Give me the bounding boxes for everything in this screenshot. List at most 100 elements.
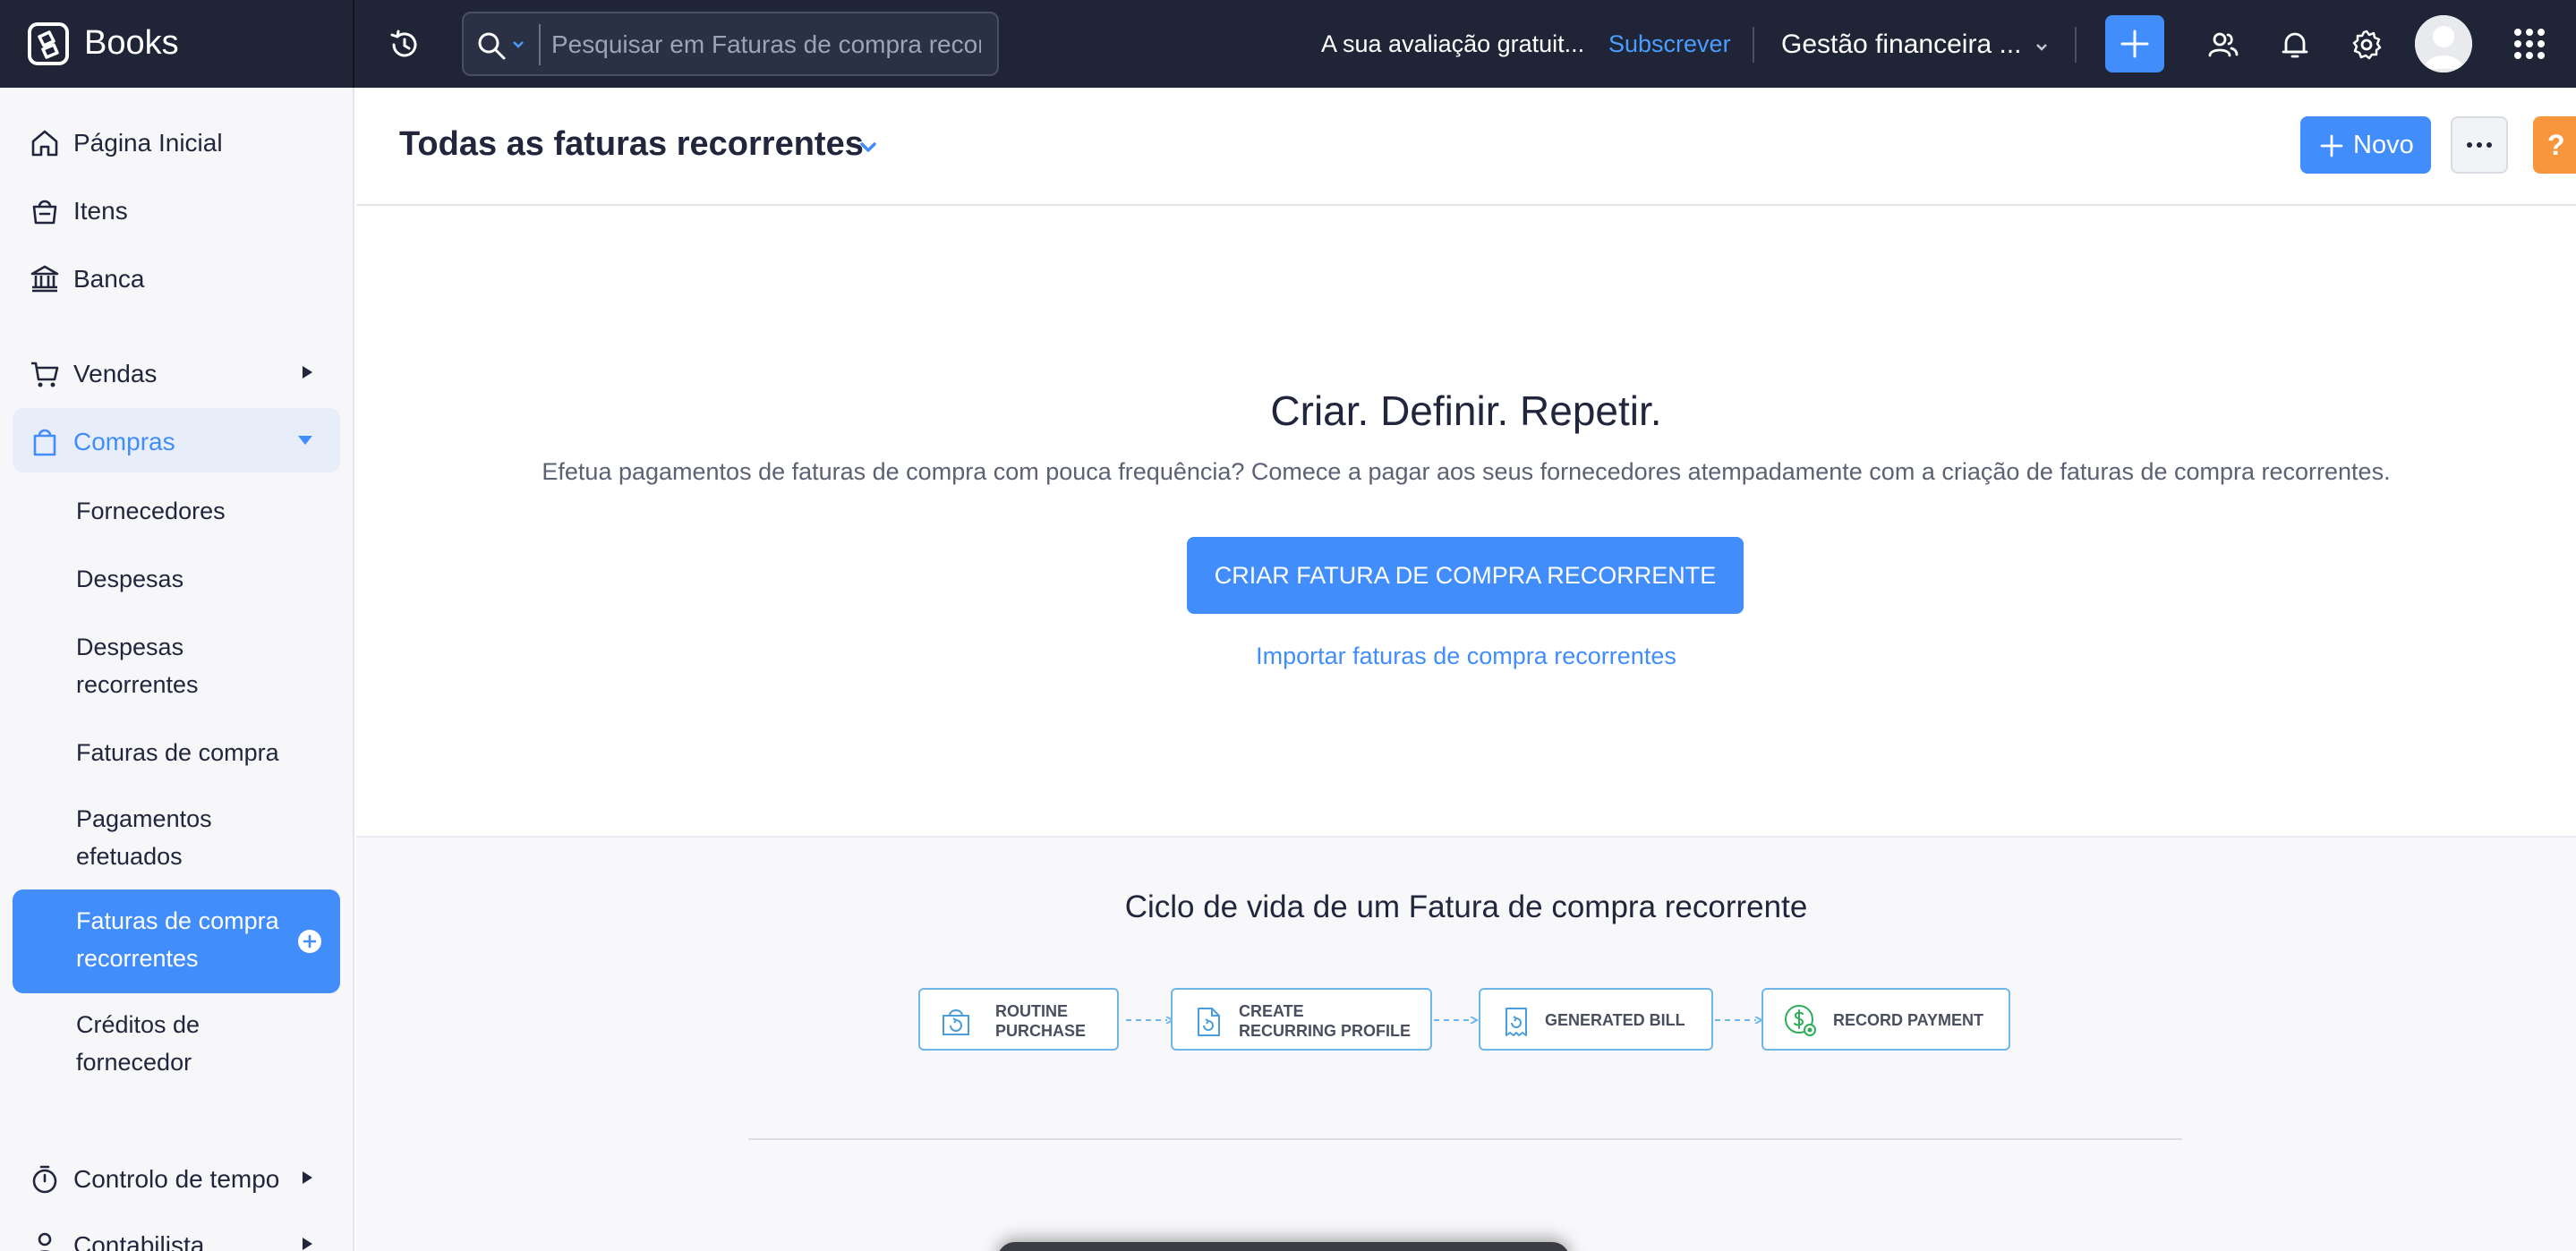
- sidebar-subitem-vendor-credits[interactable]: Créditos de fornecedor: [13, 993, 340, 1097]
- sidebar-item-items[interactable]: Itens: [13, 177, 340, 242]
- new-button-label: Novo: [2353, 131, 2414, 159]
- dashed-arrow-icon: [1126, 1017, 1174, 1024]
- plus-icon: [2120, 30, 2149, 58]
- user-avatar-icon: [2415, 15, 2472, 72]
- sidebar-item-label: Página Inicial: [73, 129, 223, 157]
- add-circle-icon[interactable]: [297, 929, 322, 954]
- plus-icon: [2320, 134, 2343, 157]
- home-icon: [31, 130, 58, 157]
- sidebar-subitem-label: Despesas: [76, 566, 184, 592]
- sidebar-subitem-label: Fornecedores: [76, 498, 226, 524]
- sidebar-subitem-payments-made[interactable]: Pagamentos efetuados: [13, 787, 340, 891]
- sidebar-item-label: Vendas: [73, 360, 158, 387]
- lifecycle-title: Ciclo de vida de um Fatura de compra rec…: [1124, 889, 1808, 924]
- empty-state-title: Criar. Definir. Repetir.: [1270, 387, 1662, 434]
- bottom-overlay-bar: [997, 1242, 1570, 1251]
- sidebar-subitem-label: Créditos de fornecedor: [76, 1011, 200, 1076]
- dashed-arrow-icon: [1715, 1017, 1763, 1024]
- stopwatch-icon: [32, 1165, 57, 1194]
- create-recurring-bill-button[interactable]: CRIAR FATURA DE COMPRA RECORRENTE: [1187, 537, 1744, 614]
- caret-down-icon[interactable]: [297, 435, 313, 446]
- sidebar-subitem-recurring-bills[interactable]: Faturas de compra recorrentes: [13, 889, 340, 993]
- sidebar-item-time-tracking[interactable]: Controlo de tempo: [13, 1145, 340, 1210]
- lifecycle-step-create-recurring-profile: CREATE RECURRING PROFILE: [1171, 988, 1432, 1051]
- lifecycle-section: Ciclo de vida de um Fatura de compra rec…: [356, 836, 2576, 1251]
- topbar-divider: [1753, 27, 1754, 63]
- more-options-button[interactable]: [2451, 116, 2508, 174]
- sidebar: Página Inicial Itens Banca Vendas Compra…: [0, 88, 354, 1251]
- topbar-divider: [2075, 27, 2077, 63]
- lifecycle-step-label: ROUTINE PURCHASE: [995, 1002, 1087, 1040]
- avatar[interactable]: [2415, 15, 2472, 72]
- more-icon: [2467, 142, 2492, 148]
- brand[interactable]: Books: [0, 0, 354, 88]
- search-box[interactable]: [462, 12, 999, 76]
- books-logo-icon: [28, 22, 69, 65]
- bank-icon: [30, 265, 59, 293]
- cart-icon: [31, 362, 59, 387]
- caret-right-icon[interactable]: [301, 1170, 313, 1185]
- new-button[interactable]: Novo: [2300, 116, 2431, 174]
- lifecycle-step-record-payment: RECORD PAYMENT: [1761, 988, 2010, 1051]
- sidebar-subitem-label: Faturas de compra recorrentes: [76, 907, 279, 972]
- import-recurring-bills-link: Importar faturas de compra recorrentes: [356, 643, 2576, 670]
- history-icon[interactable]: [387, 27, 422, 63]
- app-name: Books: [84, 24, 179, 62]
- subscribe-link[interactable]: Subscrever: [1608, 30, 1731, 58]
- search-divider: [539, 24, 541, 65]
- import-link-text[interactable]: Importar faturas de compra recorrentes: [1256, 643, 1676, 669]
- sidebar-subitem-label: Faturas de compra: [76, 739, 279, 766]
- sidebar-item-purchases[interactable]: Compras: [13, 408, 340, 472]
- view-title[interactable]: Todas as faturas recorrentes: [399, 125, 864, 164]
- caret-right-icon[interactable]: [301, 1237, 313, 1251]
- lifecycle-step-routine-purchase: ROUTINE PURCHASE: [918, 988, 1119, 1051]
- bag-icon: [33, 429, 56, 456]
- lifecycle-step-label: GENERATED BILL: [1545, 1011, 1685, 1029]
- section-divider: [748, 1138, 2182, 1140]
- sidebar-subitem-recurring-expenses[interactable]: Despesas recorrentes: [13, 616, 340, 719]
- sidebar-item-label: Controlo de tempo: [73, 1165, 280, 1193]
- empty-state: Criar. Definir. Repetir. Efetua pagament…: [356, 208, 2576, 834]
- shopping-bag-icon: [943, 1009, 969, 1035]
- sidebar-item-label: Compras: [73, 428, 175, 455]
- chevron-down-icon[interactable]: [2035, 43, 2048, 52]
- apps-grid-icon[interactable]: [2513, 28, 2546, 60]
- dashed-arrow-icon: [1434, 1017, 1479, 1024]
- chevron-down-icon[interactable]: [512, 40, 525, 49]
- search-icon[interactable]: [476, 30, 507, 61]
- quick-create-button[interactable]: [2105, 15, 2164, 72]
- payment-icon: [1785, 1005, 1816, 1036]
- lifecycle-step-label: CREATE RECURRING PROFILE: [1239, 1002, 1412, 1040]
- receipt-icon: [1506, 1008, 1527, 1036]
- lifecycle-step-label: RECORD PAYMENT: [1833, 1011, 1984, 1029]
- sidebar-item-banking[interactable]: Banca: [13, 245, 340, 310]
- sidebar-item-label: Itens: [73, 197, 128, 225]
- sidebar-item-accountant[interactable]: Contabilista: [13, 1212, 340, 1251]
- caret-right-icon[interactable]: [301, 365, 313, 379]
- document-icon: [1198, 1008, 1220, 1036]
- bell-icon[interactable]: [2277, 27, 2313, 63]
- trial-text: A sua avaliação gratuit...: [1321, 30, 1585, 57]
- top-bar: Books A sua avaliação gratuit... Subscre…: [0, 0, 2576, 88]
- help-button[interactable]: ?: [2533, 116, 2576, 174]
- sidebar-item-sales[interactable]: Vendas: [13, 340, 340, 404]
- org-switcher[interactable]: Gestão financeira ...: [1781, 30, 2021, 60]
- sidebar-subitem-vendors[interactable]: Fornecedores: [13, 478, 340, 544]
- content-header: Todas as faturas recorrentes Novo ?: [356, 88, 2576, 206]
- empty-state-description: Efetua pagamentos de faturas de compra c…: [542, 458, 2391, 485]
- users-icon[interactable]: [2205, 27, 2241, 63]
- gear-icon[interactable]: [2349, 27, 2384, 63]
- sidebar-item-label: Contabilista: [73, 1231, 205, 1251]
- sidebar-subitem-bills[interactable]: Faturas de compra: [13, 719, 340, 787]
- lifecycle-step-generated-bill: GENERATED BILL: [1479, 988, 1713, 1051]
- help-label: ?: [2547, 129, 2565, 161]
- sidebar-subitem-label: Pagamentos efetuados: [76, 805, 212, 870]
- basket-icon: [32, 200, 57, 225]
- sidebar-subitem-label: Despesas recorrentes: [76, 634, 199, 698]
- person-icon: [38, 1232, 52, 1251]
- sidebar-item-home[interactable]: Página Inicial: [13, 109, 340, 174]
- search-input[interactable]: [551, 26, 981, 64]
- sidebar-item-label: Banca: [73, 265, 145, 293]
- sidebar-subitem-expenses[interactable]: Despesas: [13, 546, 340, 612]
- chevron-down-icon[interactable]: [859, 141, 877, 154]
